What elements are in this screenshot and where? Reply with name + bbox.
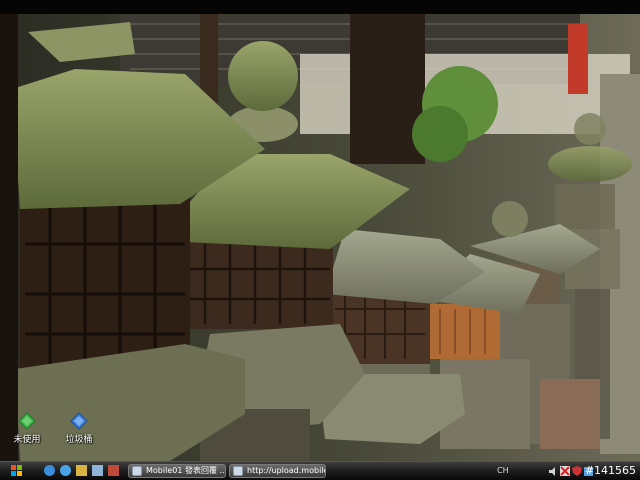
- desktop-icon-recycle-bin[interactable]: 垃圾桶: [54, 412, 104, 445]
- arrow-icon[interactable]: [92, 465, 103, 476]
- browser-window-icon: [132, 466, 142, 476]
- desktop: 未使用 垃圾桶: [0, 0, 640, 461]
- taskbar-clock[interactable]: #141565: [585, 463, 636, 479]
- security-icon[interactable]: [572, 466, 582, 476]
- network-icon[interactable]: [560, 466, 570, 476]
- taskbar-button-upload[interactable]: http://upload.mobile01...: [229, 464, 326, 478]
- media-icon[interactable]: [60, 465, 71, 476]
- windows-logo-icon[interactable]: [3, 463, 29, 479]
- taskbar: Mobile01 發表回覆 ... http://upload.mobile01…: [0, 461, 640, 480]
- ie-icon[interactable]: [44, 465, 55, 476]
- browser-window-icon: [233, 466, 243, 476]
- green-diamond-icon: [18, 412, 36, 430]
- ime-indicator[interactable]: CH: [497, 464, 509, 478]
- desktop-icon-label: 未使用: [13, 435, 41, 445]
- desktop-icon-label: 垃圾桶: [65, 435, 93, 445]
- taskbar-button-label: Mobile01 發表回覆 ...: [146, 466, 226, 475]
- volume-icon[interactable]: [548, 467, 558, 476]
- blue-diamond-recycle-icon: [70, 412, 88, 430]
- window-icon[interactable]: [108, 465, 119, 476]
- taskbar-button-label: http://upload.mobile01...: [247, 466, 325, 475]
- wallpaper-stone-lanterns: [0, 14, 640, 461]
- taskbar-button-mobile01-reply[interactable]: Mobile01 發表回覆 ...: [128, 464, 226, 478]
- folder-icon[interactable]: [76, 465, 87, 476]
- desktop-icon-unused[interactable]: 未使用: [2, 412, 52, 445]
- top-black-bar: [0, 0, 640, 14]
